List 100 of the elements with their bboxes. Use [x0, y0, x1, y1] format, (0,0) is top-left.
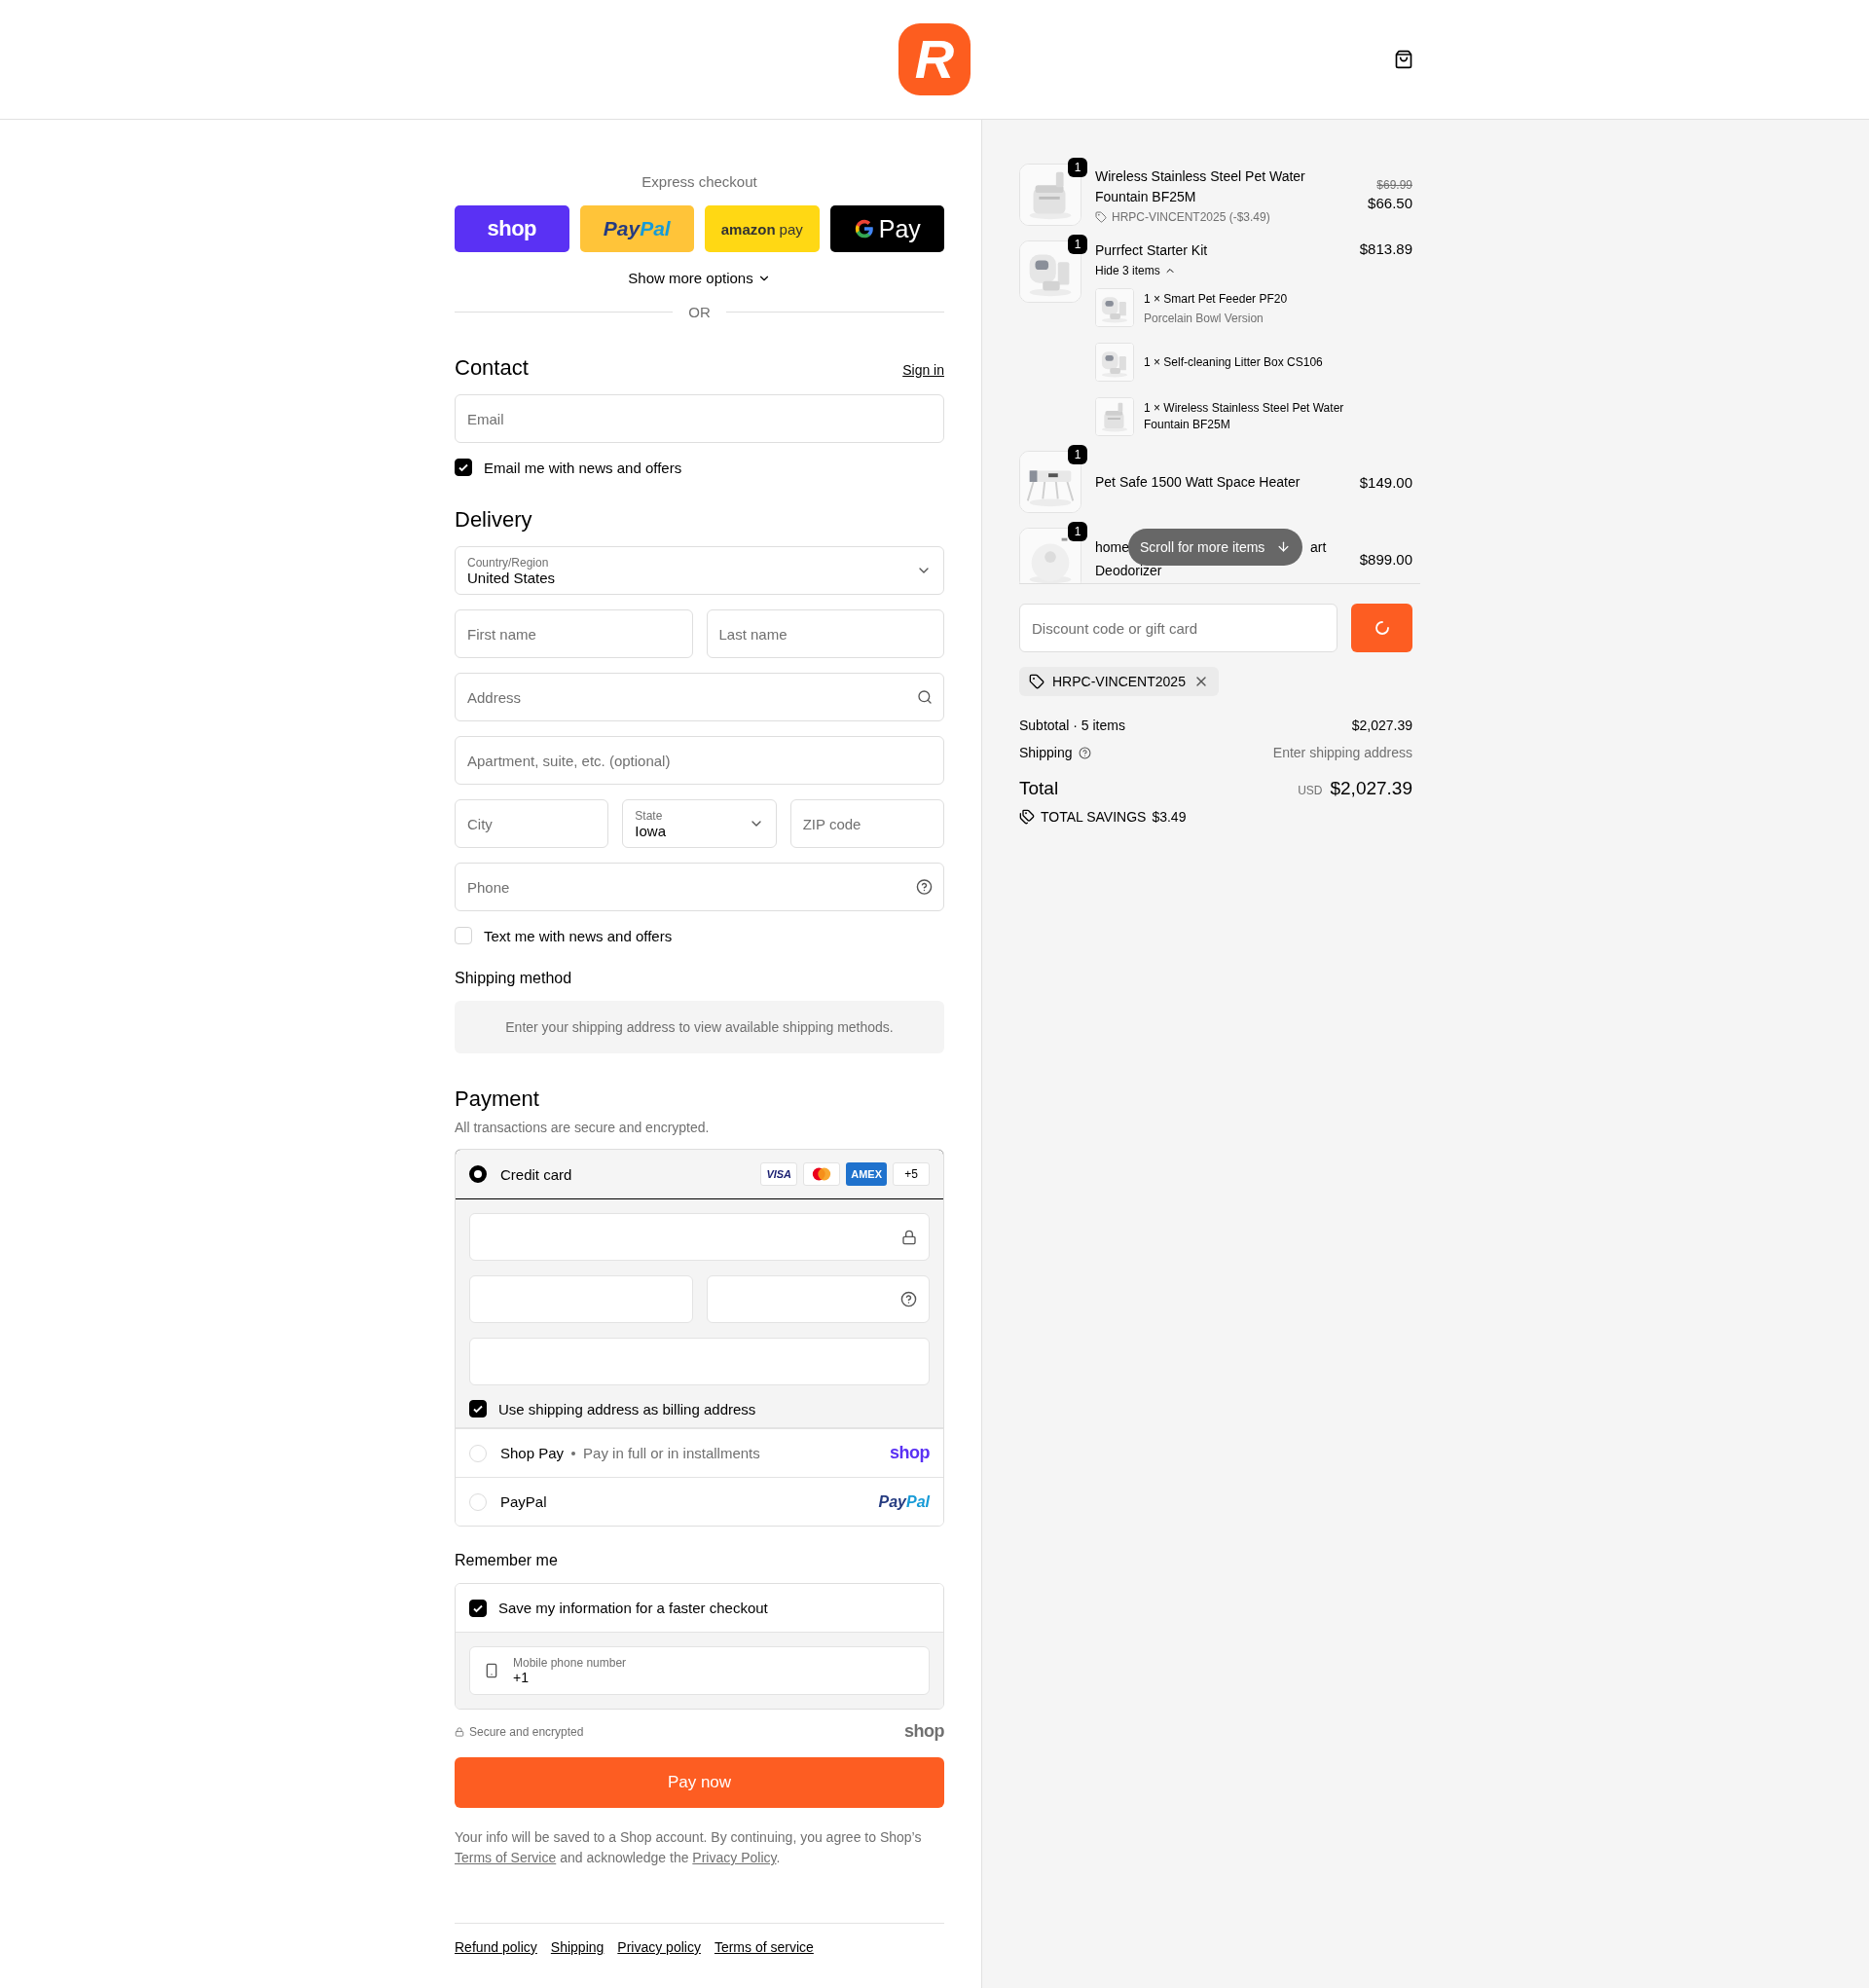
quantity-badge: 1 [1068, 235, 1087, 254]
discount-note: HRPC-VINCENT2025 (-$3.49) [1112, 209, 1270, 224]
total-value: $2,027.39 [1330, 778, 1412, 799]
cart-icon[interactable] [1394, 50, 1413, 69]
brand-logo: shop [890, 1443, 930, 1463]
code-label: HRPC-VINCENT2025 [1052, 674, 1186, 689]
section-title: Payment [455, 1086, 540, 1112]
input-field[interactable]: Address [455, 673, 944, 721]
product-name: art [1310, 537, 1327, 557]
show-more-button[interactable]: Show more options [624, 268, 775, 288]
price: $899.00 [1359, 550, 1412, 568]
check-icon [472, 1403, 484, 1415]
quantity-badge: 1 [1068, 158, 1087, 177]
phone-field[interactable]: Mobile phone number +1 [469, 1646, 930, 1695]
option-label: Shop Pay [500, 1445, 565, 1461]
card-brand-badge: VISA [760, 1162, 798, 1186]
lock-icon [901, 1229, 917, 1245]
dot-icon [571, 1451, 576, 1455]
tags-icon [1019, 809, 1035, 825]
section-title: Contact [455, 355, 529, 381]
brand-logo: PayPal [878, 1492, 930, 1511]
secure-note: Secure and encrypted [469, 1724, 584, 1739]
input-field[interactable]: Apartment, suite, etc. (optional) [455, 736, 944, 785]
variant-label: Porcelain Bowl Version [1144, 311, 1264, 325]
option-label: Credit card [500, 1165, 572, 1183]
price: $66.50 [1368, 195, 1412, 211]
summary-value: Enter shipping address [1272, 745, 1412, 760]
select-field[interactable]: State Iowa [622, 799, 777, 848]
currency-label: USD [1298, 784, 1323, 797]
product-name: home [1095, 537, 1130, 557]
product-name: Purrfect Starter Kit [1095, 241, 1209, 260]
footer-link[interactable]: Shipping [550, 1939, 605, 1955]
old-price: $69.99 [1376, 178, 1412, 192]
checkbox-label: Text me with news and offers [484, 927, 673, 944]
input-field[interactable] [469, 1275, 693, 1323]
input-field[interactable] [469, 1213, 930, 1261]
product-name: Wireless Stainless Steel Pet Water Fountain BF25M [1095, 166, 1306, 206]
sign-in-link[interactable]: Sign in [902, 362, 944, 378]
google-icon [853, 218, 875, 239]
option-label: PayPal [500, 1493, 547, 1510]
price: $149.00 [1359, 473, 1412, 491]
scroll-hint[interactable]: Scroll for more items [1128, 528, 1303, 566]
input-field[interactable] [706, 1275, 930, 1323]
section-title: Shipping method [455, 970, 573, 987]
checkbox[interactable] [469, 1400, 487, 1417]
input-field[interactable]: Email [455, 394, 944, 443]
section-subtitle: All transactions are secure and encrypted. [455, 1120, 711, 1135]
savings-label: TOTAL SAVINGS [1041, 809, 1147, 825]
phone-icon [484, 1663, 499, 1678]
mastercard-icon [803, 1162, 841, 1186]
checkbox[interactable] [455, 459, 472, 476]
summary-label: Shipping [1019, 745, 1073, 760]
input-field[interactable]: City [455, 799, 609, 848]
help-icon[interactable] [916, 878, 933, 896]
arrow-down-icon [1276, 539, 1292, 554]
legal-text: Your info will be saved to a Shop account. By continuing, you agree to Shop’s Terms of Service and acknowledge the Privacy Policy. [455, 1828, 923, 1867]
input-field[interactable]: ZIP code [789, 799, 944, 848]
check-icon [458, 461, 469, 473]
checkbox-label: Save my information for a faster checkout [498, 1600, 768, 1616]
input-field[interactable]: Last name [706, 609, 944, 658]
bundle-item: 1 × Wireless Stainless Steel Pet Water Fountain BF25M [1144, 400, 1345, 433]
section-label: Express checkout [641, 173, 758, 190]
checkbox[interactable] [469, 1599, 487, 1617]
legal-link[interactable]: Terms of Service [455, 1850, 557, 1865]
input-field[interactable]: Phone [455, 863, 944, 911]
payment-option[interactable]: PayPal PayPal [456, 1477, 943, 1526]
express-pay-button[interactable]: shop [455, 205, 569, 252]
shop-logo: shop [904, 1721, 944, 1742]
search-icon [917, 689, 933, 705]
footer-link[interactable]: Terms of service [714, 1939, 814, 1955]
radio-button[interactable] [469, 1165, 487, 1183]
tag-icon [1095, 210, 1107, 223]
product-name: Pet Safe 1500 Watt Space Heater [1095, 472, 1301, 492]
shipping-notice: Enter your shipping address to view available shipping methods. [455, 1001, 944, 1053]
total-label: Total [1019, 778, 1059, 799]
quantity-badge: 1 [1068, 445, 1087, 464]
footer-link[interactable]: Privacy policy [617, 1939, 701, 1955]
help-icon[interactable] [900, 1291, 917, 1307]
section-title: Remember me [455, 1552, 559, 1569]
input-field[interactable]: First name [455, 609, 693, 658]
card-brand-badge: +5 [893, 1162, 930, 1186]
spinner-icon [1373, 619, 1391, 637]
select-field[interactable]: Country/Region United States [455, 546, 944, 595]
express-pay-button[interactable]: PayPal [579, 205, 694, 252]
checkbox-label: Email me with news and offers [484, 459, 682, 476]
footer-link[interactable]: Refund policy [455, 1939, 537, 1955]
summary-value: $2,027.39 [1351, 718, 1412, 733]
express-pay-button[interactable]: Pay [829, 205, 944, 252]
section-title: Delivery [455, 507, 533, 533]
input-field[interactable] [469, 1338, 930, 1385]
help-icon[interactable] [1078, 746, 1091, 759]
express-pay-button[interactable]: amazon pay [705, 205, 820, 252]
card-brand-badge: AMEX [846, 1162, 887, 1186]
toggle-button[interactable]: Hide 3 items [1095, 264, 1176, 277]
savings-value: $3.49 [1152, 809, 1187, 825]
option-note: Pay in full or in installments [583, 1445, 760, 1461]
payment-option[interactable]: Credit card VISA AMEX +5 [456, 1150, 943, 1199]
input-field[interactable]: Discount code or gift card [1019, 604, 1338, 652]
lock-icon [455, 1726, 464, 1737]
summary-label: Subtotal · 5 items [1019, 718, 1125, 733]
